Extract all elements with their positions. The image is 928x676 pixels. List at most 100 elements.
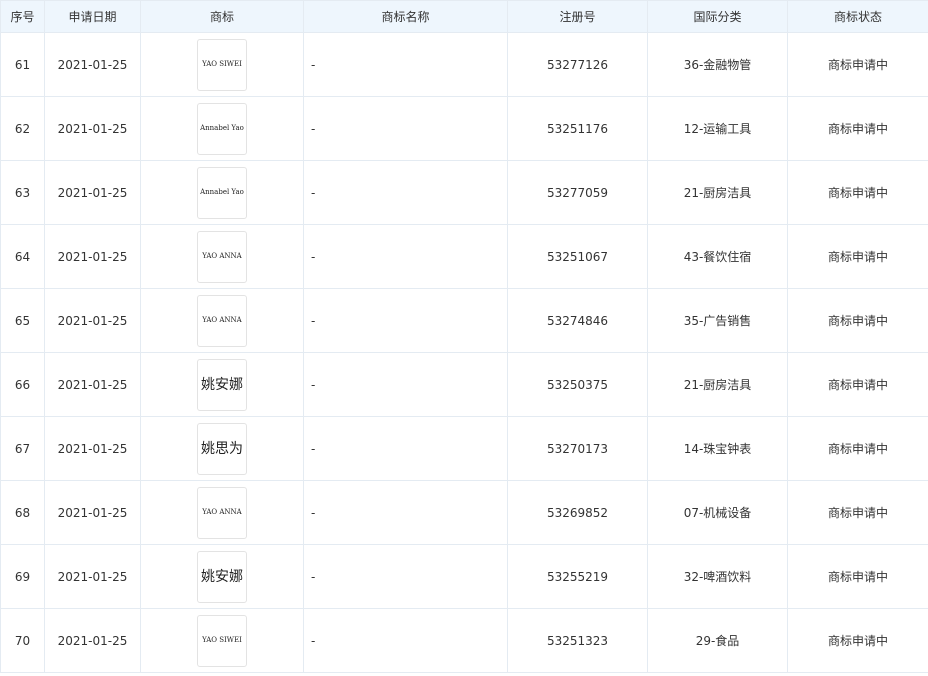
table-row[interactable]: 64 2021-01-25 YAO ANNA -53251067 43-餐饮住宿 商标申请… xyxy=(0,224,928,289)
table-row[interactable]: 61 2021-01-25 YAO SIWEI -53277126 36-金融物管 商标申… xyxy=(0,32,928,97)
row-international-class: 21-厨房洁具 xyxy=(647,352,788,417)
row-trademark-image: 姚思为 xyxy=(140,416,304,481)
row-trademark-name: - xyxy=(303,32,508,97)
row-index: 70 xyxy=(0,608,45,673)
row-trademark-image: 姚安娜 xyxy=(140,352,304,417)
trademark-logo[interactable]: Annabel Yao xyxy=(197,102,247,155)
row-index: 66 xyxy=(0,352,45,417)
row-trademark-name: - xyxy=(303,544,508,609)
row-trademark-name: - xyxy=(303,352,508,417)
header-index: 序号 xyxy=(0,0,45,33)
trademark-logo-text: Annabel Yao xyxy=(200,124,244,132)
row-registration-number: 53251176 xyxy=(507,96,648,161)
row-registration-number: 53270173 xyxy=(507,416,648,481)
table-row[interactable]: 70 2021-01-25 YAO SIWEI -53251323 29-食品 商标申请中 xyxy=(0,608,928,673)
row-application-date: 2021-01-25 xyxy=(44,288,141,353)
row-trademark-image: Annabel Yao xyxy=(140,96,304,161)
trademark-logo-text: 姚安娜 xyxy=(201,376,243,393)
row-international-class: 35-广告销售 xyxy=(647,288,788,353)
table-row[interactable]: 65 2021-01-25 YAO ANNA -53274846 35-广告销售 商标申请… xyxy=(0,288,928,353)
row-index: 69 xyxy=(0,544,45,609)
row-application-date: 2021-01-25 xyxy=(44,608,141,673)
row-trademark-status: 商标申请中 xyxy=(787,544,928,609)
row-application-date: 2021-01-25 xyxy=(44,480,141,545)
row-application-date: 2021-01-25 xyxy=(44,96,141,161)
row-international-class: 43-餐饮住宿 xyxy=(647,224,788,289)
trademark-table: 序号 申请日期 商标 商标名称 注册号 国际分类 商标状态 61 2021-01-… xyxy=(0,0,928,673)
row-trademark-image: YAO SIWEI xyxy=(140,32,304,97)
table-row[interactable]: 62 2021-01-25 Annabel Yao -53251176 12-运输工具商… xyxy=(0,96,928,161)
trademark-logo[interactable]: YAO ANNA xyxy=(197,294,247,347)
row-trademark-name: - xyxy=(303,608,508,673)
row-trademark-image: Annabel Yao xyxy=(140,160,304,225)
row-international-class: 36-金融物管 xyxy=(647,32,788,97)
trademark-logo-text: YAO SIWEI xyxy=(202,60,242,68)
row-trademark-image: YAO ANNA xyxy=(140,288,304,353)
row-trademark-image: 姚安娜 xyxy=(140,544,304,609)
trademark-logo-text: Annabel Yao xyxy=(200,188,244,196)
header-trademark-name: 商标名称 xyxy=(303,0,508,33)
table-row[interactable]: 68 2021-01-25 YAO ANNA -53269852 07-机械设备 商标申请… xyxy=(0,480,928,545)
row-application-date: 2021-01-25 xyxy=(44,352,141,417)
table-body: 61 2021-01-25 YAO SIWEI -53277126 36-金融物管 商标申… xyxy=(0,32,928,673)
trademark-logo[interactable]: Annabel Yao xyxy=(197,166,247,219)
row-trademark-name: - xyxy=(303,416,508,481)
row-index: 68 xyxy=(0,480,45,545)
trademark-logo[interactable]: YAO ANNA xyxy=(197,230,247,283)
trademark-logo[interactable]: 姚安娜 xyxy=(197,550,247,603)
trademark-logo[interactable]: YAO SIWEI xyxy=(197,614,247,667)
row-trademark-status: 商标申请中 xyxy=(787,480,928,545)
row-application-date: 2021-01-25 xyxy=(44,160,141,225)
header-application-date: 申请日期 xyxy=(44,0,141,33)
trademark-logo[interactable]: YAO SIWEI xyxy=(197,38,247,91)
row-trademark-image: YAO ANNA xyxy=(140,224,304,289)
row-trademark-status: 商标申请中 xyxy=(787,608,928,673)
header-international-class: 国际分类 xyxy=(647,0,788,33)
trademark-logo-text: 姚安娜 xyxy=(201,568,243,585)
row-international-class: 29-食品 xyxy=(647,608,788,673)
table-row[interactable]: 67 2021-01-25 姚思为 -53270173 14-珠宝钟表 商标申请中 xyxy=(0,416,928,481)
row-registration-number: 53277126 xyxy=(507,32,648,97)
trademark-logo[interactable]: 姚思为 xyxy=(197,422,247,475)
row-trademark-image: YAO ANNA xyxy=(140,480,304,545)
table-row[interactable]: 66 2021-01-25 姚安娜 -53250375 21-厨房洁具 商标申请中 xyxy=(0,352,928,417)
trademark-logo-text: YAO ANNA xyxy=(202,508,242,516)
row-trademark-status: 商标申请中 xyxy=(787,416,928,481)
header-registration-number: 注册号 xyxy=(507,0,648,33)
row-trademark-name: - xyxy=(303,96,508,161)
row-trademark-status: 商标申请中 xyxy=(787,96,928,161)
trademark-logo-text: YAO ANNA xyxy=(202,252,242,260)
row-application-date: 2021-01-25 xyxy=(44,32,141,97)
row-index: 62 xyxy=(0,96,45,161)
header-row: 序号 申请日期 商标 商标名称 注册号 国际分类 商标状态 xyxy=(0,0,928,33)
row-registration-number: 53277059 xyxy=(507,160,648,225)
row-international-class: 07-机械设备 xyxy=(647,480,788,545)
row-registration-number: 53269852 xyxy=(507,480,648,545)
row-index: 64 xyxy=(0,224,45,289)
row-trademark-status: 商标申请中 xyxy=(787,32,928,97)
trademark-logo-text: YAO SIWEI xyxy=(202,636,242,644)
row-international-class: 32-啤酒饮料 xyxy=(647,544,788,609)
row-international-class: 14-珠宝钟表 xyxy=(647,416,788,481)
table-row[interactable]: 63 2021-01-25 Annabel Yao -53277059 21-厨房洁具商… xyxy=(0,160,928,225)
row-application-date: 2021-01-25 xyxy=(44,224,141,289)
trademark-logo-text: 姚思为 xyxy=(201,440,243,457)
row-trademark-name: - xyxy=(303,288,508,353)
table-row[interactable]: 69 2021-01-25 姚安娜 -53255219 32-啤酒饮料 商标申请中 xyxy=(0,544,928,609)
row-trademark-status: 商标申请中 xyxy=(787,288,928,353)
row-registration-number: 53255219 xyxy=(507,544,648,609)
row-trademark-name: - xyxy=(303,224,508,289)
row-trademark-status: 商标申请中 xyxy=(787,352,928,417)
row-application-date: 2021-01-25 xyxy=(44,416,141,481)
header-trademark-status: 商标状态 xyxy=(787,0,928,33)
trademark-logo[interactable]: 姚安娜 xyxy=(197,358,247,411)
row-trademark-name: - xyxy=(303,480,508,545)
table-header: 序号 申请日期 商标 商标名称 注册号 国际分类 商标状态 xyxy=(0,0,928,33)
row-registration-number: 53251067 xyxy=(507,224,648,289)
row-index: 65 xyxy=(0,288,45,353)
row-index: 67 xyxy=(0,416,45,481)
trademark-logo-text: YAO ANNA xyxy=(202,316,242,324)
trademark-logo[interactable]: YAO ANNA xyxy=(197,486,247,539)
row-registration-number: 53250375 xyxy=(507,352,648,417)
row-index: 61 xyxy=(0,32,45,97)
